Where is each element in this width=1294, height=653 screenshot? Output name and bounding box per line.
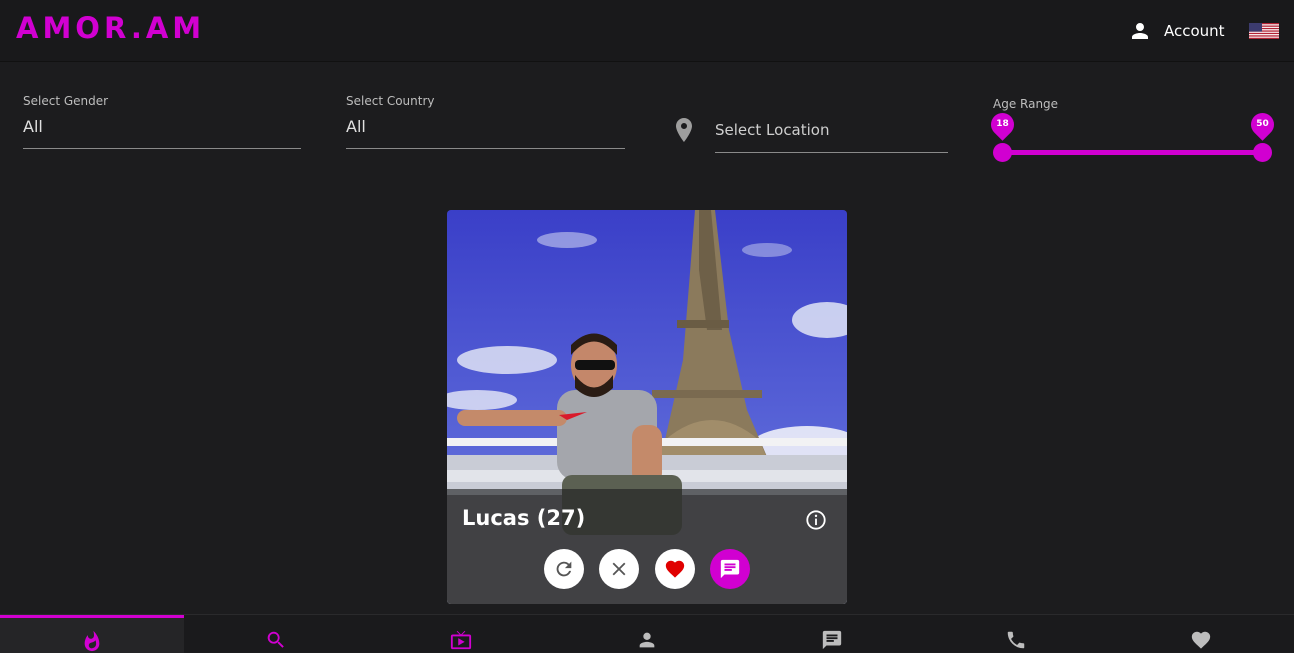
age-min-thumb[interactable] (993, 143, 1012, 162)
person-icon (639, 632, 655, 648)
heart-icon (1191, 631, 1211, 649)
bottom-navigation (0, 614, 1294, 653)
chat-icon (720, 559, 740, 579)
account-button[interactable]: Account (1128, 18, 1225, 44)
us-flag-icon[interactable] (1249, 23, 1279, 39)
info-icon[interactable] (805, 509, 827, 531)
nav-messages[interactable] (740, 615, 924, 653)
nav-calls[interactable] (924, 615, 1108, 653)
age-range-label: Age Range (993, 97, 1059, 111)
location-pin-icon[interactable] (672, 116, 696, 144)
profile-card[interactable]: Lucas (27) (447, 210, 847, 604)
gender-select[interactable]: Select Gender All (23, 94, 301, 149)
age-max-bubble: 50 (1246, 108, 1279, 141)
nav-search[interactable] (184, 615, 368, 653)
gender-value[interactable]: All (23, 117, 301, 149)
chat-icon (822, 630, 842, 650)
country-label: Select Country (346, 94, 435, 108)
country-value[interactable]: All (346, 117, 625, 149)
nav-discover[interactable] (0, 615, 184, 653)
gender-label: Select Gender (23, 94, 109, 108)
nav-profile[interactable] (555, 615, 739, 653)
undo-button[interactable] (544, 549, 584, 589)
close-icon (612, 562, 626, 576)
age-max-thumb[interactable] (1253, 143, 1272, 162)
heart-icon (665, 560, 685, 578)
profile-name: Lucas (27) (462, 506, 586, 530)
tv-icon (450, 630, 472, 650)
country-select[interactable]: Select Country All (346, 94, 625, 149)
nav-likes[interactable] (1109, 615, 1293, 653)
app-logo[interactable]: AMOR.AM (16, 11, 205, 45)
top-bar: AMOR.AM Account (0, 0, 1294, 62)
like-button[interactable] (655, 549, 695, 589)
nav-live[interactable] (369, 615, 553, 653)
age-min-bubble: 18 (986, 108, 1019, 141)
flame-icon (84, 630, 100, 652)
pass-button[interactable] (599, 549, 639, 589)
message-button[interactable] (710, 549, 750, 589)
person-icon (1132, 23, 1148, 39)
age-range-track[interactable] (1002, 150, 1262, 155)
location-input[interactable]: Select Location (715, 121, 948, 153)
age-max-value: 50 (1256, 119, 1269, 129)
refresh-icon (556, 561, 572, 577)
phone-icon (1007, 631, 1025, 649)
age-min-value: 18 (996, 119, 1009, 129)
search-icon (267, 631, 284, 648)
account-label: Account (1164, 22, 1225, 40)
